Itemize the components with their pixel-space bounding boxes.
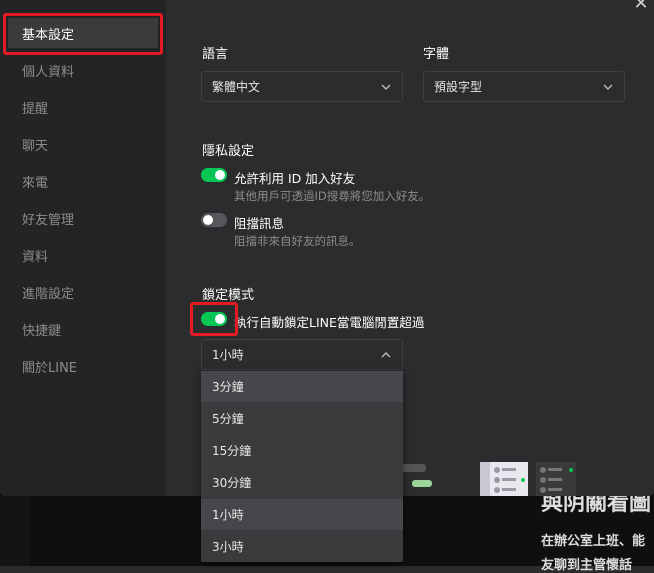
- chevron-up-icon: [381, 351, 391, 357]
- lock-section-title: 鎖定模式: [202, 288, 255, 303]
- sidebar-item-label: 來電: [22, 175, 49, 191]
- theme-thumbnail: [398, 464, 432, 487]
- sidebar-item-chats[interactable]: 聊天: [8, 129, 158, 159]
- allow-id-description: 其他用戶可透過ID搜尋將您加入好友。: [234, 189, 431, 203]
- allow-id-toggle[interactable]: [201, 168, 227, 182]
- lock-duration-select[interactable]: 1小時: [201, 339, 403, 370]
- sidebar-item-label: 快捷鍵: [22, 323, 62, 339]
- allow-id-label: 允許利用 ID 加入好友: [234, 171, 356, 186]
- font-value: 預設字型: [434, 80, 483, 94]
- sidebar-item-friends[interactable]: 好友管理: [8, 203, 158, 233]
- block-messages-toggle[interactable]: [201, 213, 227, 227]
- sidebar-item-about[interactable]: 關於LINE: [8, 351, 158, 381]
- sidebar-item-label: 提醒: [22, 101, 49, 117]
- dropdown-option[interactable]: 15分鐘: [201, 435, 403, 466]
- settings-sidebar: 基本設定 個人資料 提醒 聊天 來電 好友管理 資料 進階設定 快捷鍵 關於LI…: [0, 0, 166, 496]
- chevron-down-icon: [603, 84, 613, 90]
- language-value: 繁體中文: [212, 80, 261, 94]
- sidebar-item-calls[interactable]: 來電: [8, 166, 158, 196]
- highlight-box: [3, 13, 163, 55]
- background-text-line: 在辦公室上班、能: [541, 534, 646, 549]
- block-messages-label: 阻擋訊息: [234, 216, 285, 231]
- privacy-section-title: 隱私設定: [202, 144, 255, 159]
- sidebar-item-notifications[interactable]: 提醒: [8, 92, 158, 122]
- theme-thumbnail-light: [480, 462, 528, 496]
- theme-thumbnail-dark: [536, 462, 576, 496]
- lock-duration-dropdown: 3分鐘 5分鐘 15分鐘 30分鐘 1小時 3小時: [201, 371, 403, 562]
- dropdown-option[interactable]: 30分鐘: [201, 467, 403, 498]
- dropdown-option[interactable]: 3分鐘: [201, 371, 403, 402]
- font-label: 字體: [423, 47, 450, 62]
- sidebar-item-label: 關於LINE: [22, 360, 78, 376]
- sidebar-item-shortcuts[interactable]: 快捷鍵: [8, 314, 158, 344]
- sidebar-item-label: 進階設定: [22, 286, 75, 302]
- language-select[interactable]: 繁體中文: [201, 71, 403, 102]
- toggle-knob: [203, 215, 213, 225]
- block-messages-description: 阻擋非來自好友的訊息。: [234, 234, 361, 248]
- sidebar-item-profile[interactable]: 個人資料: [8, 55, 158, 85]
- lock-duration-value: 1小時: [212, 348, 244, 362]
- dropdown-option[interactable]: 3小時: [201, 531, 403, 562]
- background-text-line: 友聊到主管懷話: [541, 558, 633, 573]
- toggle-knob: [215, 170, 225, 180]
- sidebar-item-advanced[interactable]: 進階設定: [8, 277, 158, 307]
- auto-lock-label: 執行自動鎖定LINE當電腦閒置超過: [234, 315, 425, 330]
- chevron-down-icon: [381, 84, 391, 90]
- sidebar-item-label: 個人資料: [22, 64, 75, 80]
- sidebar-item-label: 好友管理: [22, 212, 75, 228]
- close-icon[interactable]: ✕: [631, 0, 651, 14]
- language-label: 語言: [202, 47, 229, 62]
- font-select[interactable]: 預設字型: [423, 71, 625, 102]
- sidebar-item-label: 聊天: [22, 138, 49, 154]
- dropdown-option-selected[interactable]: 1小時: [201, 499, 403, 530]
- dropdown-option[interactable]: 5分鐘: [201, 403, 403, 434]
- sidebar-item-label: 資料: [22, 249, 49, 265]
- sidebar-item-data[interactable]: 資料: [8, 240, 158, 270]
- highlight-box: [190, 302, 238, 336]
